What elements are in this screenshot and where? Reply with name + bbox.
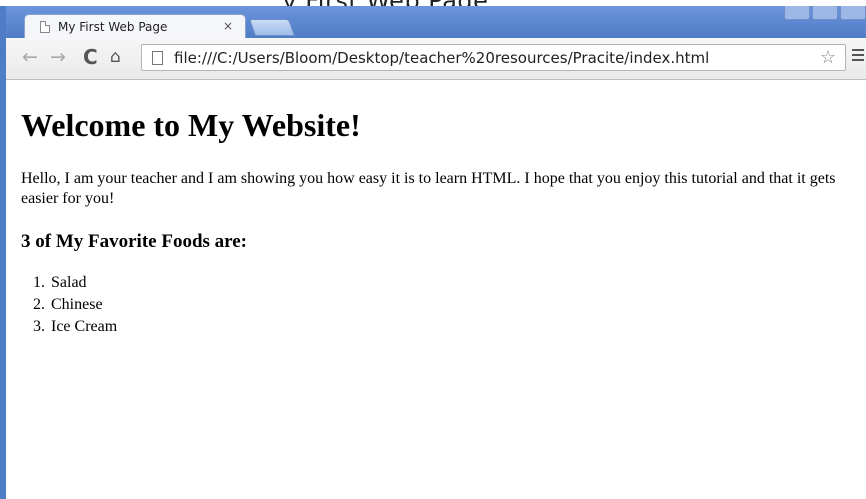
minimize-button[interactable]: [784, 6, 810, 20]
url-text[interactable]: file:///C:/Users/Bloom/Desktop/teacher%2…: [174, 49, 709, 67]
bookmark-star-icon[interactable]: ☆: [820, 47, 836, 68]
list-item: 1. Salad: [21, 272, 856, 294]
list-item: 2. Chinese: [21, 294, 856, 316]
tab-bar: My First Web Page ×: [6, 6, 866, 40]
back-arrow-icon[interactable]: ←: [22, 47, 38, 67]
maximize-button[interactable]: [812, 6, 838, 20]
list-item: 3. Ice Cream: [21, 316, 856, 338]
tab-close-icon[interactable]: ×: [223, 19, 233, 33]
page-icon: [152, 51, 163, 65]
page-icon: [40, 21, 50, 33]
tab-my-first-web-page[interactable]: My First Web Page ×: [24, 14, 246, 40]
tab-title: My First Web Page: [58, 20, 168, 34]
window-controls: [784, 6, 866, 20]
list-item-label: Salad: [51, 274, 87, 291]
home-icon[interactable]: ⌂: [110, 47, 121, 67]
browser-toolbar: ← → C ⌂ file:///C:/Users/Bloom/Desktop/t…: [6, 38, 866, 80]
browser-window: My First Web Page × ← → C ⌂ file:///C:/U…: [0, 6, 866, 499]
reload-icon[interactable]: C: [83, 47, 98, 67]
foods-list: 1. Salad 2. Chinese 3. Ice Cream: [21, 272, 856, 338]
list-number: 1.: [33, 274, 45, 291]
list-item-label: Chinese: [51, 296, 103, 313]
address-bar[interactable]: file:///C:/Users/Bloom/Desktop/teacher%2…: [141, 44, 846, 71]
page-heading: Welcome to My Website!: [21, 107, 361, 143]
forward-arrow-icon[interactable]: →: [50, 47, 66, 67]
intro-paragraph: Hello, I am your teacher and I am showin…: [21, 170, 836, 207]
menu-icon[interactable]: [852, 49, 864, 64]
close-window-button[interactable]: [840, 6, 866, 20]
list-number: 2.: [33, 296, 45, 313]
list-number: 3.: [33, 318, 45, 335]
page-content: Welcome to My Website! Hello, I am your …: [21, 90, 856, 338]
foods-heading: 3 of My Favorite Foods are:: [21, 231, 248, 252]
new-tab-button[interactable]: [248, 19, 296, 36]
list-item-label: Ice Cream: [51, 318, 118, 335]
